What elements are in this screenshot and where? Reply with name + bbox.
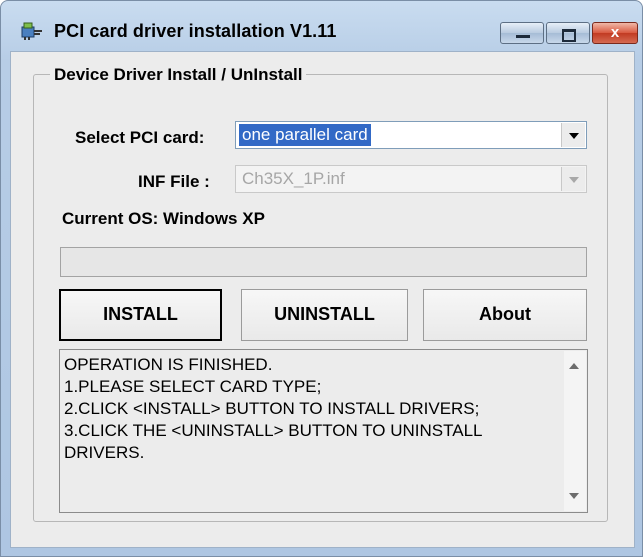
scroll-down-icon[interactable] xyxy=(569,493,579,499)
about-button[interactable]: About xyxy=(423,289,587,341)
window-title: PCI card driver installation V1.11 xyxy=(54,21,337,41)
maximize-button[interactable] xyxy=(546,22,590,44)
log-line: 3.CLICK THE <UNINSTALL> BUTTON TO UNINST… xyxy=(64,421,487,462)
pci-card-select[interactable]: one parallel card xyxy=(235,121,587,149)
groupbox-title: Device Driver Install / UnInstall xyxy=(50,65,307,85)
log-text: OPERATION IS FINISHED. 1.PLEASE SELECT C… xyxy=(64,354,554,464)
log-scrollbar[interactable] xyxy=(564,351,586,511)
network-card-icon xyxy=(21,22,42,40)
inf-file-value: Ch35X_1P.inf xyxy=(242,169,345,188)
log-line: OPERATION IS FINISHED. xyxy=(64,355,273,374)
scroll-up-icon[interactable] xyxy=(569,363,579,369)
minimize-icon xyxy=(516,35,530,38)
maximize-icon xyxy=(562,29,576,42)
install-progress-bar xyxy=(60,247,587,277)
pci-card-label: Select PCI card: xyxy=(75,128,205,147)
current-os-text: Current OS: Windows XP xyxy=(62,209,265,228)
close-icon: x xyxy=(610,24,620,41)
install-button[interactable]: INSTALL xyxy=(59,289,222,341)
log-line: 1.PLEASE SELECT CARD TYPE; xyxy=(64,377,322,396)
close-button[interactable]: x xyxy=(592,22,638,44)
chevron-down-icon xyxy=(561,167,585,191)
inf-file-select: Ch35X_1P.inf xyxy=(235,165,587,193)
uninstall-button[interactable]: UNINSTALL xyxy=(241,289,408,341)
title-bar[interactable]: PCI card driver installation V1.11 x xyxy=(1,1,642,45)
inf-file-label: INF File : xyxy=(138,172,210,191)
chevron-down-icon[interactable] xyxy=(561,123,585,147)
minimize-button[interactable] xyxy=(500,22,544,44)
pci-card-value: one parallel card xyxy=(239,124,371,146)
status-log[interactable]: OPERATION IS FINISHED. 1.PLEASE SELECT C… xyxy=(59,349,588,513)
log-line: 2.CLICK <INSTALL> BUTTON TO INSTALL DRIV… xyxy=(64,399,480,418)
